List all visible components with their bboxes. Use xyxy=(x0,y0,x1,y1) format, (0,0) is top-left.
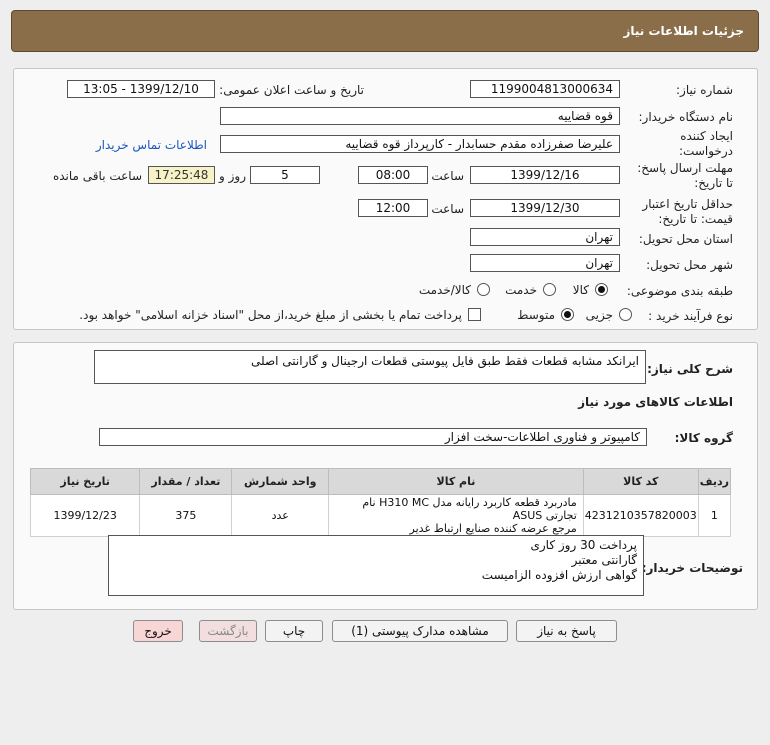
goods-group-field: کامپیوتر و فناوری اطلاعات-سخت افزار xyxy=(99,428,647,446)
category-option-goods-service: کالا/خدمت xyxy=(418,283,471,297)
cell-name-line1: مادربرد قطعه کاربرد رایانه مدل H310 MC ن… xyxy=(362,496,577,522)
reply-deadline-label-2: تا تاریخ: xyxy=(694,176,733,190)
goods-table-header: ردیف کد کالا نام کالا واحد شمارش تعداد /… xyxy=(29,468,732,495)
city-field: تهران xyxy=(470,254,620,272)
announce-field: 1399/12/10 - 13:05 xyxy=(67,80,215,98)
process-radio-medium[interactable] xyxy=(561,308,574,321)
col-row: ردیف xyxy=(697,468,732,495)
col-date: تاریخ نیاز xyxy=(29,468,141,495)
summary-label: شرح کلی نیاز: xyxy=(647,362,733,376)
goods-table: ردیف کد کالا نام کالا واحد شمارش تعداد /… xyxy=(29,468,732,537)
city-label: شهر محل تحویل: xyxy=(646,258,733,272)
buyer-org-field: قوه قضاییه xyxy=(220,107,620,125)
validity-time-label: ساعت xyxy=(431,202,464,216)
category-label: طبقه بندی موضوعی: xyxy=(626,284,733,298)
back-button[interactable]: بازگشت xyxy=(199,620,257,642)
goods-group-label: گروه کالا: xyxy=(674,431,733,445)
category-radio-goods-service[interactable] xyxy=(477,283,490,296)
cell-code: 4231210357820003 xyxy=(582,494,699,537)
exit-button[interactable]: خروج xyxy=(133,620,183,642)
col-qty: تعداد / مقدار xyxy=(139,468,233,495)
need-number-label: شماره نیاز: xyxy=(676,83,733,97)
col-name: نام کالا xyxy=(328,468,584,495)
reply-date-field: 1399/12/16 xyxy=(470,166,620,184)
validity-time-field: 12:00 xyxy=(358,199,428,217)
process-label: نوع فرآیند خرید : xyxy=(648,309,733,323)
validity-date-field: 1399/12/30 xyxy=(470,199,620,217)
cell-date: 1399/12/23 xyxy=(29,494,141,537)
category-radio-service[interactable] xyxy=(543,283,556,296)
price-validity-label-1: حداقل تاریخ اعتبار xyxy=(642,197,733,211)
need-number-field: 1199004813000634 xyxy=(470,80,620,98)
page-title: جزئیات اطلاعات نیاز xyxy=(623,24,744,38)
announce-label: تاریخ و ساعت اعلان عمومی: xyxy=(219,83,364,97)
days-label: روز و xyxy=(219,169,246,183)
reply-time-label: ساعت xyxy=(431,169,464,183)
days-remaining-field: 5 xyxy=(250,166,320,184)
buyer-note-line: گواهی ارزش افزوده الزامیست xyxy=(481,568,637,582)
col-code: کد کالا xyxy=(582,468,699,495)
treasury-payment-note: پرداخت تمام یا بخشی از مبلغ خرید،از محل … xyxy=(79,308,462,322)
cell-qty: 375 xyxy=(139,494,233,537)
process-option-minor: جزیی xyxy=(585,308,613,322)
buyer-contact-link[interactable]: اطلاعات تماس خریدار xyxy=(96,138,207,152)
buyer-notes-field: پرداخت 30 روز کاری گارانتی معتبر گواهی ا… xyxy=(108,535,644,596)
price-validity-label-2: قیمت: تا تاریخ: xyxy=(658,212,733,226)
remaining-label: ساعت باقی مانده xyxy=(52,169,142,183)
remaining-time-field: 17:25:48 xyxy=(148,166,215,184)
reply-time-field: 08:00 xyxy=(358,166,428,184)
cell-name-line2: مرجع عرضه کننده صنایع ارتباط غدیر xyxy=(409,522,577,535)
creator-label-1: ایجاد کننده xyxy=(680,129,733,143)
cell-row: 1 xyxy=(697,494,732,537)
province-label: استان محل تحویل: xyxy=(638,232,733,246)
print-button[interactable]: چاپ xyxy=(265,620,323,642)
buyer-note-line: گارانتی معتبر xyxy=(571,553,637,567)
buyer-notes-label: توضیحات خریدار: xyxy=(641,561,743,575)
category-radio-goods[interactable] xyxy=(595,283,608,296)
category-option-goods: کالا xyxy=(572,283,589,297)
page-header: جزئیات اطلاعات نیاز xyxy=(11,10,759,52)
summary-text: ایرانکد مشابه قطعات فقط طبق فایل پیوستی … xyxy=(250,354,639,368)
process-option-medium: متوسط xyxy=(517,308,555,322)
treasury-payment-checkbox[interactable] xyxy=(468,308,481,321)
table-row: 1 4231210357820003 مادربرد قطعه کاربرد ر… xyxy=(29,494,732,537)
cell-name: مادربرد قطعه کاربرد رایانه مدل H310 MC ن… xyxy=(328,494,584,537)
reply-deadline-label-1: مهلت ارسال پاسخ: xyxy=(637,161,733,175)
province-field: تهران xyxy=(470,228,620,246)
buyer-org-label: نام دستگاه خریدار: xyxy=(638,110,734,124)
col-unit: واحد شمارش xyxy=(231,468,330,495)
process-radio-minor[interactable] xyxy=(619,308,632,321)
cell-unit: عدد xyxy=(231,494,330,537)
view-documents-button[interactable]: مشاهده مدارک پیوستی (1) xyxy=(332,620,508,642)
summary-field: ایرانکد مشابه قطعات فقط طبق فایل پیوستی … xyxy=(94,350,646,384)
category-option-service: خدمت xyxy=(505,283,537,297)
creator-label-2: درخواست: xyxy=(679,144,733,158)
goods-section-title: اطلاعات کالاهای مورد نیاز xyxy=(578,395,733,409)
reply-button[interactable]: پاسخ به نیاز xyxy=(516,620,617,642)
creator-field: علیرضا صفرزاده مقدم حسابدار - کارپرداز ق… xyxy=(220,135,620,153)
buyer-note-line: پرداخت 30 روز کاری xyxy=(530,538,637,552)
